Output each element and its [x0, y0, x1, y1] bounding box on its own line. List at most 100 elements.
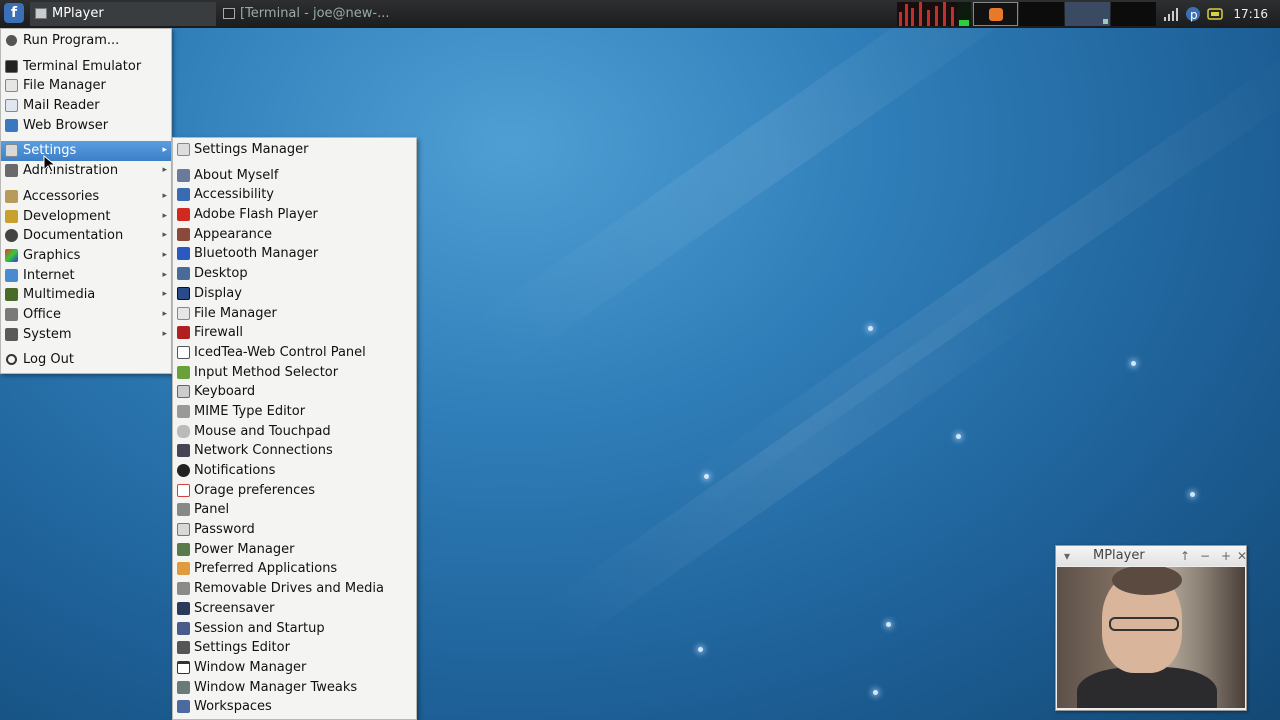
menu-item-panel[interactable]: Panel	[173, 500, 416, 520]
menu-item-workspaces[interactable]: Workspaces	[173, 697, 416, 717]
menu-item-label: Run Program...	[23, 33, 120, 48]
settings-submenu: Settings Manager About Myself Accessibil…	[172, 137, 417, 720]
menu-item-label: System	[23, 326, 72, 342]
power-icon[interactable]	[1207, 6, 1223, 22]
menu-item-label: Mail Reader	[23, 98, 100, 114]
workspace-4[interactable]	[1111, 2, 1156, 26]
menu-item-removable-drives[interactable]: Removable Drives and Media	[173, 579, 416, 599]
menu-item-mail-reader[interactable]: Mail Reader	[1, 96, 171, 116]
menu-item-window-manager-tweaks[interactable]: Window Manager Tweaks	[173, 678, 416, 698]
workspace-1[interactable]	[973, 2, 1018, 26]
menu-item-web-browser[interactable]: Web Browser	[1, 116, 171, 136]
fedora-logo-icon[interactable]: f	[4, 3, 24, 23]
menu-item-label: Graphics	[23, 247, 81, 263]
taskbar-item-label: [Terminal - joe@new-...	[240, 6, 390, 21]
menu-item-screensaver[interactable]: Screensaver	[173, 599, 416, 619]
network-icon	[177, 444, 190, 458]
menu-item-notifications[interactable]: Notifications	[173, 461, 416, 481]
menu-item-icedtea-web[interactable]: IcedTea-Web Control Panel	[173, 343, 416, 363]
minimize-icon[interactable]: −	[1200, 546, 1210, 566]
menu-item-label: Log Out	[23, 352, 74, 368]
chevron-right-icon: ▸	[162, 289, 167, 300]
file-manager-icon	[177, 306, 190, 320]
menu-item-preferred-applications[interactable]: Preferred Applications	[173, 559, 416, 579]
menu-item-settings[interactable]: Settings ▸	[1, 141, 171, 162]
clock[interactable]: 17:16	[1233, 0, 1268, 28]
menu-item-graphics[interactable]: Graphics ▸	[1, 246, 171, 266]
input-method-icon	[177, 365, 190, 379]
development-icon	[5, 209, 18, 223]
memory-graph	[957, 2, 971, 26]
chevron-right-icon: ▸	[162, 210, 167, 221]
applications-menu: Run Program... Terminal Emulator File Ma…	[0, 28, 172, 374]
signal-icon[interactable]	[1163, 6, 1179, 22]
menu-item-file-manager[interactable]: File Manager	[1, 76, 171, 96]
menu-item-firewall[interactable]: Firewall	[173, 323, 416, 343]
menu-item-label: File Manager	[23, 78, 106, 94]
workspace-2[interactable]	[1019, 2, 1064, 26]
mime-type-icon	[177, 404, 190, 418]
menu-item-label: Accessories	[23, 188, 100, 204]
close-icon[interactable]: ✕	[1237, 546, 1247, 566]
settings-editor-icon	[177, 641, 190, 655]
chevron-right-icon: ▸	[162, 269, 167, 280]
chevron-right-icon: ▸	[162, 230, 167, 241]
menu-item-input-method-selector[interactable]: Input Method Selector	[173, 363, 416, 383]
menu-item-bluetooth-manager[interactable]: Bluetooth Manager	[173, 244, 416, 264]
menu-item-multimedia[interactable]: Multimedia ▸	[1, 285, 171, 305]
mplayer-window[interactable]: ▾ MPlayer ↑ − + ✕	[1055, 545, 1247, 711]
menu-item-label: Office	[23, 306, 61, 322]
menu-item-label: Internet	[23, 267, 75, 283]
settings-icon	[5, 144, 18, 158]
menu-item-administration[interactable]: Administration ▸	[1, 161, 171, 181]
menu-item-adobe-flash-player[interactable]: Adobe Flash Player	[173, 205, 416, 225]
menu-item-settings-manager[interactable]: Settings Manager	[173, 140, 416, 160]
web-browser-icon	[5, 118, 18, 132]
menu-item-power-manager[interactable]: Power Manager	[173, 540, 416, 560]
accessibility-icon	[177, 188, 190, 202]
menu-item-accessories[interactable]: Accessories ▸	[1, 187, 171, 207]
menu-item-label: Documentation	[23, 228, 124, 244]
mplayer-titlebar[interactable]: ▾ MPlayer ↑ − + ✕	[1056, 546, 1247, 566]
menu-item-window-manager[interactable]: Window Manager	[173, 658, 416, 678]
workspaces-icon	[177, 700, 190, 714]
menu-item-run-program[interactable]: Run Program...	[1, 31, 171, 51]
menu-item-password[interactable]: Password	[173, 520, 416, 540]
menu-item-office[interactable]: Office ▸	[1, 305, 171, 325]
workspace-3[interactable]	[1065, 2, 1110, 26]
pulseaudio-icon[interactable]: p	[1185, 6, 1201, 22]
menu-item-desktop[interactable]: Desktop	[173, 264, 416, 284]
menu-item-about-myself[interactable]: About Myself	[173, 166, 416, 186]
taskbar-item-terminal[interactable]: [Terminal - joe@new-...	[218, 2, 408, 26]
panel-icon	[177, 503, 190, 517]
taskbar-item-mplayer[interactable]: MPlayer	[30, 2, 216, 26]
office-icon	[5, 307, 18, 321]
svg-text:p: p	[1190, 8, 1198, 22]
maximize-icon[interactable]: +	[1221, 546, 1231, 566]
menu-item-mime-type-editor[interactable]: MIME Type Editor	[173, 402, 416, 422]
menu-item-development[interactable]: Development ▸	[1, 207, 171, 227]
menu-item-documentation[interactable]: Documentation ▸	[1, 226, 171, 246]
window-manager-icon	[177, 660, 190, 674]
multimedia-icon	[5, 288, 18, 302]
menu-item-keyboard[interactable]: Keyboard	[173, 382, 416, 402]
menu-item-network-connections[interactable]: Network Connections	[173, 441, 416, 461]
menu-item-settings-editor[interactable]: Settings Editor	[173, 638, 416, 658]
raise-icon[interactable]: ↑	[1180, 546, 1190, 566]
screensaver-icon	[177, 601, 190, 615]
gear-icon	[6, 35, 17, 46]
menu-item-file-manager-settings[interactable]: File Manager	[173, 304, 416, 324]
menu-item-session-and-startup[interactable]: Session and Startup	[173, 619, 416, 639]
menu-item-display[interactable]: Display	[173, 284, 416, 304]
menu-item-log-out[interactable]: Log Out	[1, 350, 171, 370]
menu-item-mouse-and-touchpad[interactable]: Mouse and Touchpad	[173, 422, 416, 442]
menu-item-label: Terminal Emulator	[23, 58, 142, 74]
menu-item-system[interactable]: System ▸	[1, 325, 171, 345]
menu-icon[interactable]: ▾	[1064, 546, 1070, 566]
menu-item-accessibility[interactable]: Accessibility	[173, 185, 416, 205]
menu-item-terminal-emulator[interactable]: Terminal Emulator	[1, 57, 171, 77]
menu-item-orage-preferences[interactable]: Orage preferences	[173, 481, 416, 501]
menu-item-appearance[interactable]: Appearance	[173, 225, 416, 245]
keyboard-icon	[177, 385, 190, 399]
menu-item-internet[interactable]: Internet ▸	[1, 266, 171, 286]
